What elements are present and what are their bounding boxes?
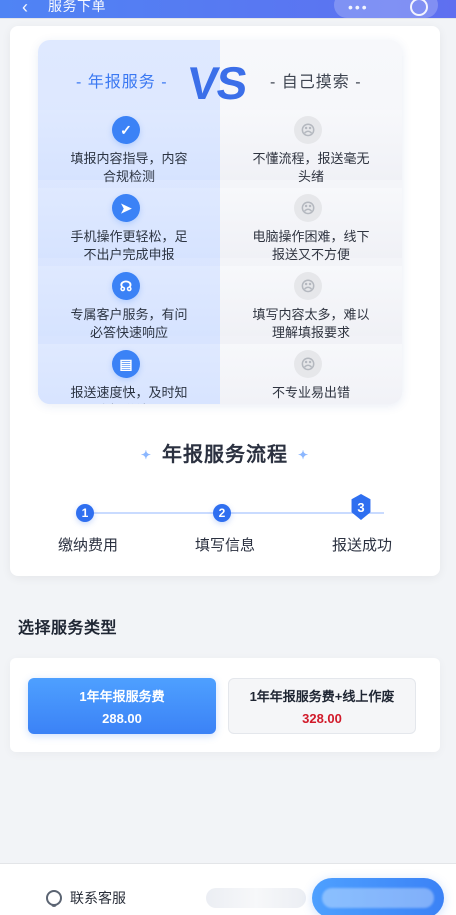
service-option-1[interactable]: 1年年报服务费 288.00 bbox=[28, 678, 216, 734]
left-feature-text-3: 专属客户服务，有问 必答快速响应 bbox=[70, 307, 188, 340]
step-number: 2 bbox=[213, 504, 231, 522]
service-option-price: 328.00 bbox=[302, 711, 342, 726]
step-2: 2 填写信息 bbox=[165, 494, 285, 564]
compare-row-2: ➤ 手机操作更轻松，足 不出户完成申报 ☹ 电脑操作困难，线下 报送又不方便 bbox=[38, 188, 402, 262]
process-title: ✦ 年报服务流程 ✦ bbox=[10, 438, 440, 467]
left-feature-4: ▤ 报送速度快，及时知 晓报送结果 bbox=[38, 344, 220, 404]
right-feature-1: ☹ 不懂流程，报送毫无 头绪 bbox=[220, 110, 402, 184]
right-feature-text-2: 电脑操作困难，线下 报送又不方便 bbox=[252, 229, 370, 262]
compare-row-3: ☊ 专属客户服务，有问 必答快速响应 ☹ 填写内容太多，难以 理解填报要求 bbox=[38, 266, 402, 340]
service-option-label: 1年年报服务费 bbox=[79, 689, 165, 704]
compare-left-title: - 年报服务 - bbox=[76, 74, 168, 91]
back-arrow-icon[interactable]: ‹ bbox=[14, 0, 36, 18]
compare-right-title: - 自己摸索 - bbox=[270, 74, 362, 91]
page: - 年报服务 - VS - 自己摸索 - ✓ 填报内容指导，内容 合规检测 ☹ … bbox=[0, 18, 456, 915]
check-icon: ✓ bbox=[112, 116, 140, 144]
right-feature-text-3: 填写内容太多，难以 理解填报要求 bbox=[252, 307, 370, 340]
service-type-title: 选择服务类型 bbox=[18, 620, 118, 637]
left-feature-text-4: 报送速度快，及时知 晓报送结果 bbox=[70, 385, 188, 404]
left-feature-1: ✓ 填报内容指导，内容 合规检测 bbox=[38, 110, 220, 184]
right-feature-text-4: 不专业易出错 bbox=[271, 385, 350, 400]
compare-row-1: ✓ 填报内容指导，内容 合规检测 ☹ 不懂流程，报送毫无 头绪 bbox=[38, 110, 402, 184]
promo-card: - 年报服务 - VS - 自己摸索 - ✓ 填报内容指导，内容 合规检测 ☹ … bbox=[10, 26, 440, 576]
star-icon: ✦ bbox=[140, 448, 152, 462]
sad-face-icon: ☹ bbox=[294, 194, 322, 222]
star-icon: ✦ bbox=[298, 448, 310, 462]
close-circle-icon[interactable] bbox=[410, 0, 428, 16]
process-steps: 1 缴纳费用 2 填写信息 3 报送成功 bbox=[28, 494, 422, 564]
send-icon: ➤ bbox=[112, 194, 140, 222]
right-feature-3: ☹ 填写内容太多，难以 理解填报要求 bbox=[220, 266, 402, 340]
left-feature-2: ➤ 手机操作更轻松，足 不出户完成申报 bbox=[38, 188, 220, 262]
step-label: 缴纳费用 bbox=[57, 537, 118, 554]
service-option-price: 288.00 bbox=[102, 711, 142, 726]
service-icon: ☊ bbox=[112, 272, 140, 300]
support-icon bbox=[46, 890, 62, 907]
primary-cta-button[interactable] bbox=[312, 878, 444, 915]
sad-face-icon: ☹ bbox=[294, 116, 322, 144]
right-feature-2: ☹ 电脑操作困难，线下 报送又不方便 bbox=[220, 188, 402, 262]
blurred-cta-text bbox=[322, 888, 434, 908]
service-type-card: 1年年报服务费 288.00 1年年报服务费+线上作废 328.00 bbox=[10, 658, 440, 752]
compare-panel: - 年报服务 - VS - 自己摸索 - ✓ 填报内容指导，内容 合规检测 ☹ … bbox=[38, 40, 402, 404]
sad-face-icon: ☹ bbox=[294, 350, 322, 378]
step-3: 3 报送成功 bbox=[302, 494, 422, 564]
right-feature-text-1: 不懂流程，报送毫无 头绪 bbox=[252, 151, 370, 184]
blurred-text bbox=[206, 888, 306, 908]
more-icon[interactable]: ••• bbox=[348, 0, 369, 15]
compare-header: - 年报服务 - VS - 自己摸索 - bbox=[38, 57, 402, 109]
left-feature-text-2: 手机操作更轻松，足 不出户完成申报 bbox=[70, 229, 188, 262]
right-feature-4: ☹ 不专业易出错 bbox=[220, 344, 402, 404]
step-label: 填写信息 bbox=[194, 537, 255, 554]
top-app-bar: ‹ 服务下单 ••• bbox=[0, 0, 456, 18]
doc-icon: ▤ bbox=[112, 350, 140, 378]
sad-face-icon: ☹ bbox=[294, 272, 322, 300]
contact-support-label: 联系客服 bbox=[70, 890, 126, 906]
vs-label: VS bbox=[185, 57, 249, 109]
process-title-text: 年报服务流程 bbox=[162, 444, 288, 466]
page-title: 服务下单 bbox=[48, 0, 106, 14]
left-feature-text-1: 填报内容指导，内容 合规检测 bbox=[70, 151, 188, 184]
bottom-bar: 联系客服 bbox=[0, 864, 456, 915]
step-label: 报送成功 bbox=[331, 537, 392, 554]
step-1: 1 缴纳费用 bbox=[28, 494, 148, 564]
service-option-label: 1年年报服务费+线上作废 bbox=[249, 689, 395, 704]
compare-row-4: ▤ 报送速度快，及时知 晓报送结果 ☹ 不专业易出错 bbox=[38, 344, 402, 404]
contact-support-button[interactable]: 联系客服 bbox=[46, 882, 126, 914]
step-number-badge: 3 bbox=[351, 494, 371, 520]
step-number: 1 bbox=[76, 504, 94, 522]
left-feature-3: ☊ 专属客户服务，有问 必答快速响应 bbox=[38, 266, 220, 340]
top-right-capsule[interactable]: ••• bbox=[334, 0, 438, 18]
service-option-2[interactable]: 1年年报服务费+线上作废 328.00 bbox=[228, 678, 416, 734]
